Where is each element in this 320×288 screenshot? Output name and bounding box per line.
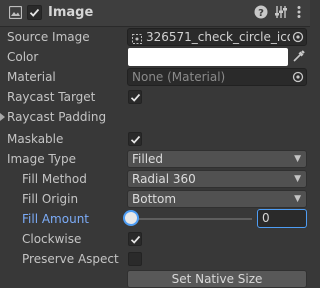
fill-amount-slider-track[interactable]: [130, 218, 252, 220]
fill-method-value: Radial 360: [132, 172, 196, 186]
help-icon[interactable]: ?: [254, 5, 268, 19]
fill-origin-label: Fill Origin: [22, 192, 79, 206]
chevron-down-icon: ▼: [294, 154, 301, 164]
clockwise-label: Clockwise: [22, 232, 82, 246]
material-field[interactable]: None (Material): [127, 68, 307, 86]
fill-amount-slider-handle[interactable]: [125, 212, 137, 224]
set-native-size-label: Set Native Size: [171, 272, 263, 286]
color-label: Color: [7, 50, 39, 64]
clockwise-checkbox[interactable]: [128, 232, 142, 246]
fill-amount-label: Fill Amount: [22, 212, 90, 226]
raycast-target-label: Raycast Target: [7, 90, 96, 104]
fill-origin-dropdown[interactable]: Bottom ▼: [127, 190, 307, 208]
component-header: Image ?: [0, 0, 310, 27]
maskable-checkbox[interactable]: [128, 132, 142, 146]
fill-origin-value: Bottom: [132, 192, 177, 206]
image-type-value: Filled: [132, 152, 164, 166]
presets-icon[interactable]: [274, 5, 288, 19]
check-icon: [130, 93, 141, 102]
color-swatch[interactable]: [128, 48, 288, 66]
material-label: Material: [7, 70, 56, 84]
raycast-padding-label[interactable]: Raycast Padding: [7, 108, 106, 126]
fill-method-label: Fill Method: [22, 172, 87, 186]
preserve-aspect-label: Preserve Aspect: [22, 252, 119, 266]
component-title: Image: [48, 5, 94, 20]
material-picker-icon[interactable]: [290, 69, 306, 85]
image-type-dropdown[interactable]: Filled ▼: [127, 150, 307, 168]
context-menu-icon[interactable]: [295, 5, 303, 19]
object-picker-icon[interactable]: [290, 29, 306, 45]
maskable-label: Maskable: [7, 132, 64, 146]
preserve-aspect-checkbox[interactable]: [128, 252, 142, 266]
chevron-down-icon: ▼: [294, 174, 301, 184]
component-enabled-toggle[interactable]: [27, 5, 42, 20]
set-native-size-button[interactable]: Set Native Size: [127, 270, 307, 288]
fill-amount-value: 0: [262, 211, 270, 225]
fold-arrow-icon[interactable]: [0, 6, 6, 18]
chevron-down-icon: ▼: [294, 194, 301, 204]
raycast-target-checkbox[interactable]: [128, 90, 142, 104]
sprite-icon: [132, 32, 142, 44]
check-icon: [130, 135, 141, 144]
foldout-arrow-icon[interactable]: [0, 111, 6, 125]
source-image-label: Source Image: [7, 30, 90, 44]
image-type-label: Image Type: [7, 152, 76, 166]
fill-amount-input[interactable]: 0: [257, 209, 307, 228]
source-image-value: 326571_check_circle_icon: [146, 30, 302, 44]
check-icon: [29, 8, 40, 17]
source-image-field[interactable]: 326571_check_circle_icon: [127, 28, 307, 46]
check-icon: [130, 235, 141, 244]
eyedropper-icon[interactable]: [292, 49, 306, 63]
svg-text:?: ?: [258, 8, 264, 19]
material-value: None (Material): [132, 70, 226, 84]
image-component-icon: [8, 5, 23, 20]
fill-method-dropdown[interactable]: Radial 360 ▼: [127, 170, 307, 188]
